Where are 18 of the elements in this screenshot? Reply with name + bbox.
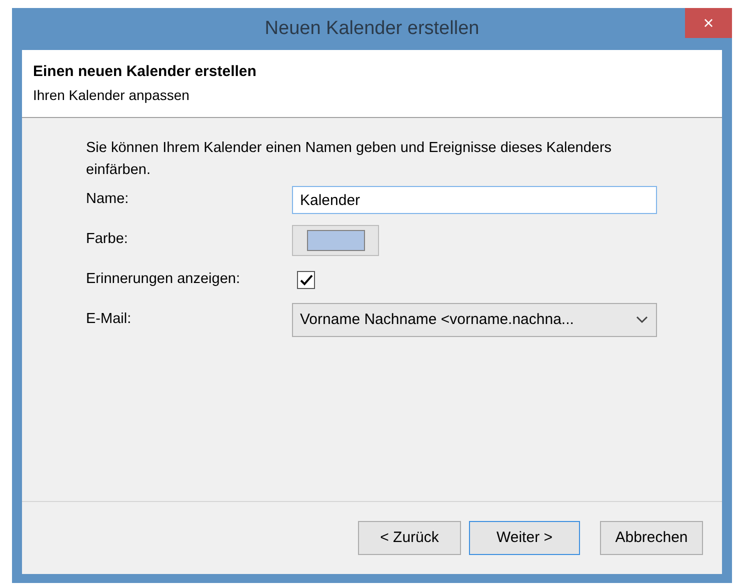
intro-text: Sie können Ihrem Kalender einen Namen geben und Ereignisse dieses Kalenders einfärben. [86,139,613,180]
dialog-button[interactable]: Abbrechen [600,521,703,555]
color-picker-button[interactable] [292,224,379,256]
window-title: Neuen Kalender erstellen [264,16,480,41]
close-button[interactable]: × [685,8,732,38]
name-field[interactable]: Kalender [292,186,657,214]
dialog-button[interactable]: < Zurück [358,521,461,555]
field-label: Name: [86,190,130,210]
header-subtitle: Ihren Kalender anpassen [33,86,190,104]
field-label: E-Mail: [86,310,132,330]
chevron-down-icon [636,316,648,324]
field-label: Farbe: [86,230,129,250]
header-title: Einen neuen Kalender erstellen [33,63,258,81]
dialog-button[interactable]: Weiter > [469,521,580,555]
checkbox[interactable] [297,271,315,289]
field-label: Erinnerungen anzeigen: [86,270,241,290]
checkmark-icon [300,274,312,286]
email-dropdown[interactable]: Vorname Nachname <vorname.nachna... [292,303,657,337]
